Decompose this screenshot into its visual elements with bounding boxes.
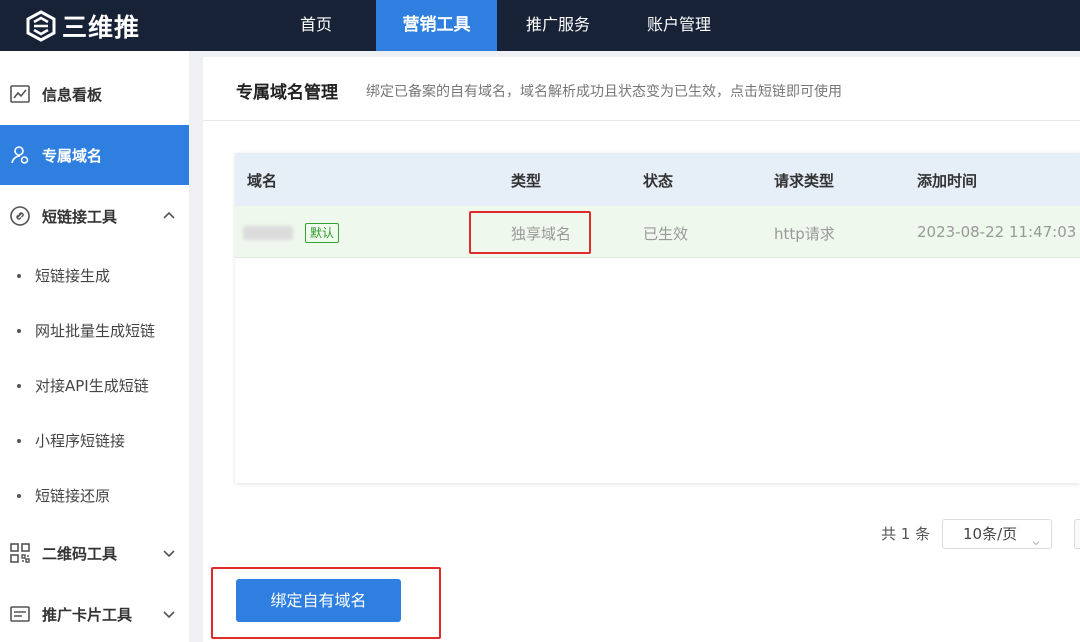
table-row[interactable]: 默认 独享域名 已生效 http请求 2023-08-22 11:47:03: [235, 206, 1080, 258]
chevron-down-icon[interactable]: [161, 545, 177, 561]
column-header-domain: 域名: [247, 172, 278, 190]
main-panel: 专属域名管理 绑定已备案的自有域名，域名解析成功且状态变为已生效，点击短链即可使…: [203, 57, 1080, 642]
chart-icon: [9, 83, 31, 105]
sidebar-subitem-miniprogram-link[interactable]: 小程序短链接: [0, 413, 189, 468]
brand-name: 三维推: [62, 13, 141, 42]
sidebar: 信息看板 专属域名 短链接工具 短链接生成 网址批量生成短链 对接API生成短链…: [0, 51, 189, 642]
sidebar-item-dashboard[interactable]: 信息看板: [0, 64, 189, 124]
column-header-added-time: 添加时间: [917, 172, 978, 190]
sidebar-item-label: 短链接工具: [42, 207, 118, 226]
pagination-total: 共 1 条: [881, 525, 931, 543]
chevron-up-icon[interactable]: [161, 208, 177, 224]
column-header-type: 类型: [511, 172, 542, 190]
sidebar-subitem-label: 短链接生成: [35, 267, 111, 285]
bullet-icon: [17, 493, 21, 498]
bullet-icon: [17, 383, 21, 388]
page-title: 专属域名管理: [236, 83, 338, 103]
card-icon: [9, 603, 31, 625]
domain-table: 域名 类型 状态 请求类型 添加时间 默认 独享域名 已生效 http请求 20…: [235, 153, 1080, 483]
sidebar-item-short-link-tools[interactable]: 短链接工具: [0, 186, 189, 246]
sidebar-subitem-api-generate[interactable]: 对接API生成短链: [0, 358, 189, 413]
page-description: 绑定已备案的自有域名，域名解析成功且状态变为已生效，点击短链即可使用: [366, 84, 842, 100]
logo-icon: [24, 9, 58, 43]
qrcode-icon: [9, 542, 31, 564]
bind-domain-button[interactable]: 绑定自有域名: [236, 579, 401, 622]
domain-name-redacted: [243, 226, 293, 240]
sidebar-item-label: 二维码工具: [42, 544, 118, 563]
sidebar-subitem-link-restore[interactable]: 短链接还原: [0, 468, 189, 523]
sidebar-subitem-label: 短链接还原: [35, 487, 111, 505]
sidebar-item-label: 专属域名: [42, 146, 103, 165]
page-header: 专属域名管理 绑定已备案的自有域名，域名解析成功且状态变为已生效，点击短链即可使…: [203, 57, 1080, 121]
pagination-next-button[interactable]: [1074, 519, 1080, 549]
cell-status: 已生效: [643, 225, 689, 243]
sidebar-item-qrcode-tools[interactable]: 二维码工具: [0, 523, 189, 583]
page-size-select[interactable]: 10条/页: [942, 519, 1052, 549]
sidebar-item-promo-card-tools[interactable]: 推广卡片工具: [0, 584, 189, 642]
link-icon: [9, 205, 31, 227]
cell-added-time: 2023-08-22 11:47:03: [917, 223, 1077, 241]
cell-request-type: http请求: [774, 225, 835, 243]
sidebar-item-label: 信息看板: [42, 85, 103, 104]
sidebar-subitem-label: 小程序短链接: [35, 432, 126, 450]
page-size-value: 10条/页: [963, 525, 1018, 543]
sidebar-subitem-label: 网址批量生成短链: [35, 322, 156, 340]
nav-marketing-tools[interactable]: 营销工具: [376, 0, 497, 51]
top-bar: 三维推 首页 营销工具 推广服务 账户管理: [0, 0, 1080, 51]
column-header-request-type: 请求类型: [774, 172, 835, 190]
sidebar-subitem-label: 对接API生成短链: [35, 377, 149, 395]
bullet-icon: [17, 328, 21, 333]
nav-account-management[interactable]: 账户管理: [638, 0, 720, 51]
sidebar-item-label: 推广卡片工具: [42, 605, 133, 624]
nav-promotion-services[interactable]: 推广服务: [517, 0, 599, 51]
column-header-status: 状态: [643, 172, 674, 190]
sidebar-subitem-batch-generate[interactable]: 网址批量生成短链: [0, 303, 189, 358]
highlight-box-type: [469, 211, 591, 254]
link-person-icon: [9, 144, 31, 166]
bullet-icon: [17, 273, 21, 278]
default-badge: 默认: [305, 223, 340, 243]
brand-logo[interactable]: 三维推: [24, 9, 140, 43]
nav-home[interactable]: 首页: [283, 0, 349, 51]
bullet-icon: [17, 438, 21, 443]
chevron-down-icon: [1031, 529, 1041, 546]
table-header: 域名 类型 状态 请求类型 添加时间: [235, 153, 1080, 206]
chevron-down-icon[interactable]: [161, 606, 177, 622]
sidebar-item-custom-domain[interactable]: 专属域名: [0, 125, 189, 185]
sidebar-subitem-short-link-generate[interactable]: 短链接生成: [0, 248, 189, 303]
